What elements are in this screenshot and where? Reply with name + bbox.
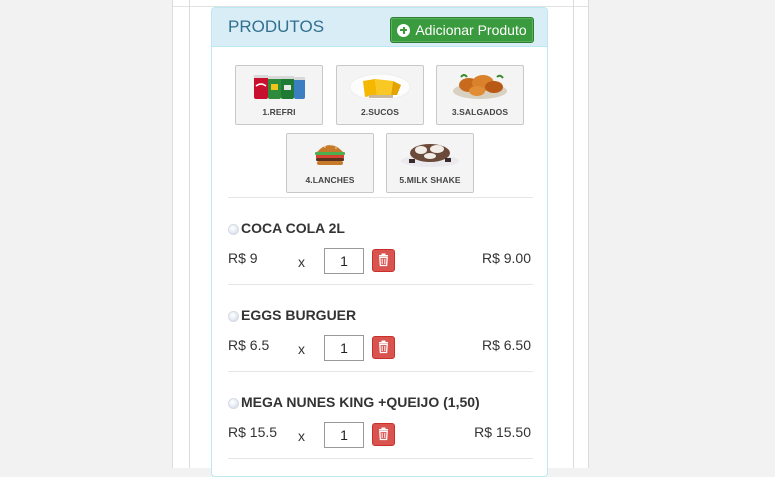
add-product-label: Adicionar Produto: [415, 22, 527, 38]
radio-icon[interactable]: [228, 397, 239, 409]
item-name: COCA COLA 2L: [228, 220, 345, 236]
quantity-input[interactable]: [324, 248, 364, 274]
divider: [228, 458, 533, 459]
trash-icon: [379, 253, 388, 267]
panel-heading: PRODUTOS Adicionar Produto: [212, 8, 547, 47]
category-salgados[interactable]: 3.SALGADOS: [436, 65, 524, 125]
category-label: 3.SALGADOS: [451, 107, 509, 117]
burger-icon: [315, 144, 345, 165]
category-label: 4.LANCHES: [305, 175, 355, 185]
divider: [228, 197, 533, 198]
juice-icon: [349, 73, 411, 101]
plus-circle-icon: [397, 23, 411, 37]
times-sign: x: [298, 341, 305, 357]
times-sign: x: [298, 254, 305, 270]
quantity-input[interactable]: [324, 335, 364, 361]
item-price: R$ 15.5: [228, 424, 278, 440]
soda-cans-icon: [254, 75, 305, 99]
category-label: 1.REFRI: [262, 107, 296, 117]
panel-title: PRODUTOS: [228, 17, 325, 36]
item-total: R$ 15.50: [474, 424, 531, 440]
trash-icon: [379, 340, 388, 354]
item-name: MEGA NUNES KING +QUEIJO (1,50): [228, 394, 480, 410]
trash-icon: [379, 427, 388, 441]
item-name: EGGS BURGUER: [228, 307, 356, 323]
radio-icon[interactable]: [228, 310, 239, 322]
item-price: R$ 6.5: [228, 337, 270, 353]
category-milk-shake[interactable]: 5.MILK SHAKE: [386, 133, 474, 193]
milkshake-icon: [401, 144, 459, 167]
category-lanches[interactable]: 4.LANCHES: [286, 133, 374, 193]
divider: [228, 284, 533, 285]
add-product-button[interactable]: Adicionar Produto: [390, 17, 534, 43]
item-total: R$ 6.50: [481, 337, 531, 353]
savory-snacks-icon: [453, 74, 507, 99]
radio-icon[interactable]: [228, 223, 239, 235]
category-sucos[interactable]: 2.SUCOS: [336, 65, 424, 125]
delete-item-button[interactable]: [372, 423, 395, 446]
delete-item-button[interactable]: [372, 249, 395, 272]
category-label: 5.MILK SHAKE: [399, 175, 461, 185]
quantity-input[interactable]: [324, 422, 364, 448]
category-label: 2.SUCOS: [360, 107, 400, 117]
divider: [228, 371, 533, 372]
products-panel: PRODUTOS Adicionar Produto 1.REFRI 2.SUC…: [211, 7, 548, 477]
item-price: R$ 9: [228, 250, 258, 266]
times-sign: x: [298, 428, 305, 444]
delete-item-button[interactable]: [372, 336, 395, 359]
item-total: R$ 9.00: [481, 250, 531, 266]
category-refri[interactable]: 1.REFRI: [235, 65, 323, 125]
